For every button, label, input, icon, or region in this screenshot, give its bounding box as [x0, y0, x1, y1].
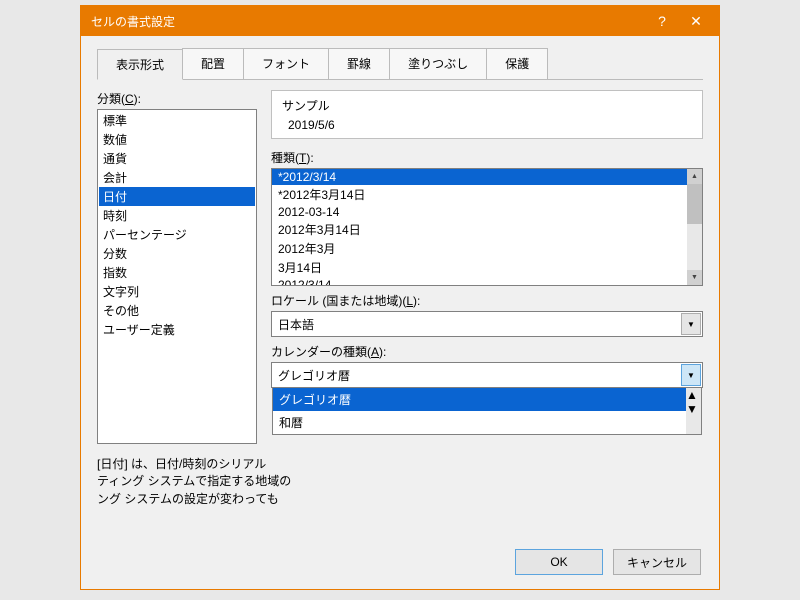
type-listbox[interactable]: *2012/3/14 *2012年3月14日 2012-03-14 2012年3…	[271, 168, 703, 286]
scroll-thumb[interactable]	[687, 184, 702, 224]
locale-label: ロケール (国または地域)(L):	[271, 292, 703, 309]
tab-font[interactable]: フォント	[243, 48, 329, 79]
tab-alignment[interactable]: 配置	[182, 48, 244, 79]
list-item[interactable]: 文字列	[99, 282, 255, 301]
tab-fill[interactable]: 塗りつぶし	[389, 48, 487, 79]
tab-bar: 表示形式 配置 フォント 罫線 塗りつぶし 保護	[97, 48, 703, 80]
calendar-dropdown: グレゴリオ暦 和暦 ▲ ▼	[272, 387, 702, 435]
category-label: 分類(C):	[97, 90, 257, 107]
list-item[interactable]: 時刻	[99, 206, 255, 225]
calendar-label: カレンダーの種類(A):	[271, 343, 703, 360]
scroll-up-icon[interactable]: ▲	[686, 388, 701, 402]
list-item[interactable]: 標準	[99, 111, 255, 130]
tab-protection[interactable]: 保護	[486, 48, 548, 79]
type-label: 種類(T):	[271, 149, 703, 166]
list-item[interactable]: *2012年3月14日	[272, 185, 702, 204]
scroll-track[interactable]	[687, 224, 702, 270]
list-item[interactable]: 2012年3月14日	[272, 220, 702, 239]
format-cells-dialog: セルの書式設定 ? ✕ 表示形式 配置 フォント 罫線 塗りつぶし 保護 分類(…	[80, 5, 720, 590]
calendar-value: グレゴリオ暦	[278, 367, 350, 384]
list-item[interactable]: 分数	[99, 244, 255, 263]
scroll-down-icon[interactable]: ▼	[687, 270, 702, 285]
list-item[interactable]: 指数	[99, 263, 255, 282]
list-item[interactable]: その他	[99, 301, 255, 320]
chevron-down-icon[interactable]: ▼	[681, 364, 701, 386]
category-listbox[interactable]: 標準 数値 通貨 会計 日付 時刻 パーセンテージ 分数 指数 文字列 その他 …	[97, 109, 257, 444]
dropdown-item[interactable]: グレゴリオ暦	[273, 388, 701, 411]
dialog-buttons: OK キャンセル	[515, 549, 701, 575]
list-item[interactable]: 2012年3月	[272, 239, 702, 258]
tab-number-format[interactable]: 表示形式	[97, 49, 183, 80]
titlebar: セルの書式設定 ? ✕	[81, 6, 719, 36]
calendar-combo[interactable]: グレゴリオ暦 ▼ グレゴリオ暦 和暦 ▲ ▼	[271, 362, 703, 388]
list-item[interactable]: *2012/3/14	[272, 169, 702, 185]
list-item[interactable]: 2012/3/14	[272, 277, 702, 286]
help-icon[interactable]: ?	[645, 6, 679, 36]
list-item[interactable]: 会計	[99, 168, 255, 187]
cancel-button[interactable]: キャンセル	[613, 549, 701, 575]
list-item[interactable]: 2012-03-14	[272, 204, 702, 220]
scrollbar[interactable]: ▲ ▼	[687, 169, 702, 285]
scroll-up-icon[interactable]: ▲	[687, 169, 702, 184]
close-icon[interactable]: ✕	[679, 6, 713, 36]
scrollbar[interactable]: ▲ ▼	[686, 388, 701, 434]
list-item[interactable]: 日付	[99, 187, 255, 206]
locale-combo[interactable]: 日本語 ▼	[271, 311, 703, 337]
list-item[interactable]: ユーザー定義	[99, 320, 255, 339]
sample-label: サンプル	[282, 97, 692, 114]
list-item[interactable]: 通貨	[99, 149, 255, 168]
list-item[interactable]: パーセンテージ	[99, 225, 255, 244]
ok-button[interactable]: OK	[515, 549, 603, 575]
dropdown-item[interactable]: 和暦	[273, 411, 701, 434]
list-item[interactable]: 数値	[99, 130, 255, 149]
list-item[interactable]: 3月14日	[272, 258, 702, 277]
scroll-down-icon[interactable]: ▼	[686, 402, 701, 416]
locale-value: 日本語	[278, 316, 314, 333]
chevron-down-icon[interactable]: ▼	[681, 313, 701, 335]
sample-value: 2019/5/6	[282, 118, 692, 132]
sample-box: サンプル 2019/5/6	[271, 90, 703, 139]
window-title: セルの書式設定	[91, 13, 645, 30]
tab-border[interactable]: 罫線	[328, 48, 390, 79]
